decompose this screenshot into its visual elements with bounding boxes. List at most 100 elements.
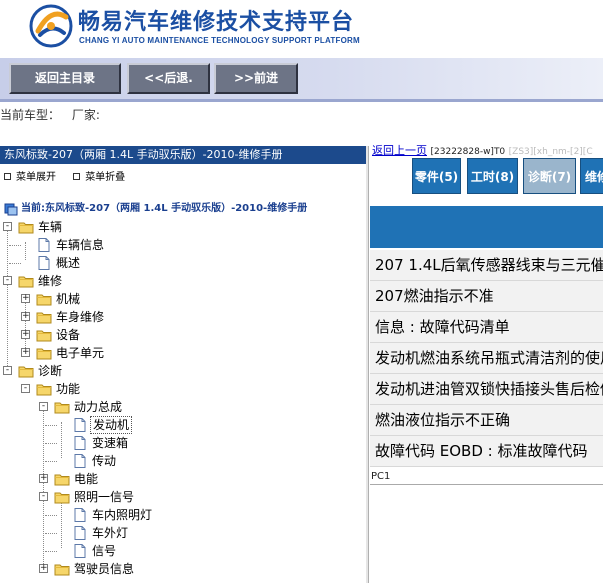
result-row[interactable]: 燃油液位指示不正确 <box>370 405 603 436</box>
tree-guide-line <box>9 245 21 246</box>
document-icon <box>36 256 52 270</box>
tree-guide-line <box>45 461 57 462</box>
tree-item-label: 车辆 <box>38 220 63 234</box>
home-button[interactable]: 返回主目录 <box>9 63 121 94</box>
tree-item-overview[interactable]: 概述 <box>0 254 368 272</box>
result-row[interactable]: 发动机燃油系统吊瓶式清洁剂的使用 <box>370 343 603 374</box>
tree-item-lighting-signal[interactable]: - 照明一信号 <box>0 488 368 506</box>
content-panel: 返回上一页 [23222828-w]T0 [ZS3][xh_nm-[2][C 零… <box>370 142 603 583</box>
expand-menu-label: 菜单展开 <box>16 172 56 183</box>
collapse-toggle-icon[interactable]: - <box>3 276 12 285</box>
collapse-toggle-icon[interactable]: - <box>39 492 48 501</box>
tree-item-label: 概述 <box>56 256 81 270</box>
tree-item-exterior-lights[interactable]: 车外灯 <box>0 524 368 542</box>
square-icon <box>73 173 81 180</box>
app-subtitle: CHANG YI AUTO MAINTENANCE TECHNOLOGY SUP… <box>79 36 360 45</box>
expand-toggle-icon[interactable]: + <box>21 348 30 357</box>
folder-icon <box>18 274 34 288</box>
manual-icon <box>3 202 19 216</box>
manual-title: 东风标致-207（两厢 1.4L 手动驭乐版）-2010-维修手册 <box>0 146 368 164</box>
result-row[interactable]: 故障代码 EOBD : 标准故障代码 <box>370 436 603 467</box>
tree-item-vehicle[interactable]: - 车辆 <box>0 218 368 236</box>
logo-icon <box>29 4 73 48</box>
folder-icon <box>36 328 52 342</box>
document-icon <box>72 454 88 468</box>
tree-item-label: 照明一信号 <box>74 490 135 504</box>
header: 畅易汽车维修技术支持平台 CHANG YI AUTO MAINTENANCE T… <box>0 0 603 58</box>
tree-item-label: 电能 <box>74 472 99 486</box>
vehicle-info: 当前车型： 厂家: <box>0 106 108 122</box>
tree-guide-line <box>45 443 57 444</box>
tree-item-label: 车内照明灯 <box>92 508 153 522</box>
back-button[interactable]: <<后退. <box>127 63 210 94</box>
collapse-toggle-icon[interactable]: - <box>3 222 12 231</box>
tree-item-label: 动力总成 <box>74 400 123 414</box>
expand-toggle-icon[interactable]: + <box>39 474 48 483</box>
expand-toggle-icon[interactable]: + <box>21 312 30 321</box>
collapse-toggle-icon[interactable]: - <box>3 366 12 375</box>
expand-toggle-icon[interactable]: + <box>21 330 30 339</box>
tree-item-label: 功能 <box>56 382 81 396</box>
tree-item-powertrain[interactable]: - 动力总成 <box>0 398 368 416</box>
collapse-toggle-icon[interactable]: - <box>39 402 48 411</box>
tree-item-driver-info[interactable]: + 驾驶员信息 <box>0 560 368 578</box>
back-link[interactable]: 返回上一页 <box>370 144 427 157</box>
tree-item-body-repair[interactable]: + 车身维修 <box>0 308 368 326</box>
tree-guide-line <box>45 515 57 516</box>
document-icon <box>72 436 88 450</box>
tree-item-engine[interactable]: 发动机 <box>0 416 368 434</box>
collapse-menu-button[interactable]: 菜单折叠 <box>73 168 125 183</box>
tree-root-current[interactable]: 当前:东风标致-207（两厢 1.4L 手动驭乐版）-2010-维修手册 <box>0 200 368 218</box>
reference-code: [23222828-w]T0 <box>430 147 506 157</box>
folder-icon <box>54 490 70 504</box>
footer-divider <box>370 484 603 485</box>
tab-diagnosis[interactable]: 诊断(7) <box>523 158 576 194</box>
tab-parts[interactable]: 零件(5) <box>412 158 461 194</box>
expand-menu-button[interactable]: 菜单展开 <box>4 168 56 183</box>
document-icon <box>36 238 52 252</box>
tree-item-repair[interactable]: - 维修 <box>0 272 368 290</box>
results-header-bar <box>370 206 603 248</box>
tree-guide-line <box>45 425 57 426</box>
folder-icon <box>36 346 52 360</box>
result-row[interactable]: 207燃油指示不准 <box>370 281 603 312</box>
tree-item-equipment[interactable]: + 设备 <box>0 326 368 344</box>
tree-item-transmission[interactable]: 传动 <box>0 452 368 470</box>
square-icon <box>4 173 11 180</box>
tree-item-gearbox[interactable]: 变速箱 <box>0 434 368 452</box>
tree-item-label: 发动机 <box>90 416 133 434</box>
tree-item-interior-lighting[interactable]: 车内照明灯 <box>0 506 368 524</box>
result-row[interactable]: 发动机进油管双锁快插接头售后检修 <box>370 374 603 405</box>
tree-item-diagnosis[interactable]: - 诊断 <box>0 362 368 380</box>
tree-item-label: 驾驶员信息 <box>74 562 135 576</box>
tab-repair[interactable]: 维修 <box>580 158 603 194</box>
result-row[interactable]: 信息 : 故障代码清单 <box>370 312 603 343</box>
tree-item-functions[interactable]: - 功能 <box>0 380 368 398</box>
tab-labor[interactable]: 工时(8) <box>467 158 518 194</box>
tree-item-vehicle-info[interactable]: 车辆信息 <box>0 236 368 254</box>
footer-label: PC1 <box>371 471 391 482</box>
tree-item-mechanical[interactable]: + 机械 <box>0 290 368 308</box>
expand-toggle-icon[interactable]: + <box>39 564 48 573</box>
folder-icon <box>36 382 52 396</box>
tree-item-electronic-unit[interactable]: + 电子单元 <box>0 344 368 362</box>
collapse-toggle-icon[interactable]: - <box>21 384 30 393</box>
tree-item-electrical-power[interactable]: + 电能 <box>0 470 368 488</box>
result-row[interactable]: 207 1.4L后氧传感器线束与三元催化器 <box>370 250 603 281</box>
folder-icon <box>36 310 52 324</box>
tree-item-label: 诊断 <box>38 364 63 378</box>
folder-icon <box>18 364 34 378</box>
tree-guide-line <box>45 551 57 552</box>
current-model-label: 当前车型： <box>0 108 61 122</box>
document-icon <box>72 526 88 540</box>
tree-item-label: 车身维修 <box>56 310 105 324</box>
expand-toggle-icon[interactable]: + <box>21 294 30 303</box>
document-icon <box>72 544 88 558</box>
tree-item-signal[interactable]: 信号 <box>0 542 368 560</box>
tree-item-label: 信号 <box>92 544 117 558</box>
tree-item-label: 机械 <box>56 292 81 306</box>
folder-icon <box>54 562 70 576</box>
forward-button[interactable]: >>前进 <box>214 63 298 94</box>
tree-guide-line <box>45 533 57 534</box>
panel-divider[interactable] <box>366 146 369 583</box>
